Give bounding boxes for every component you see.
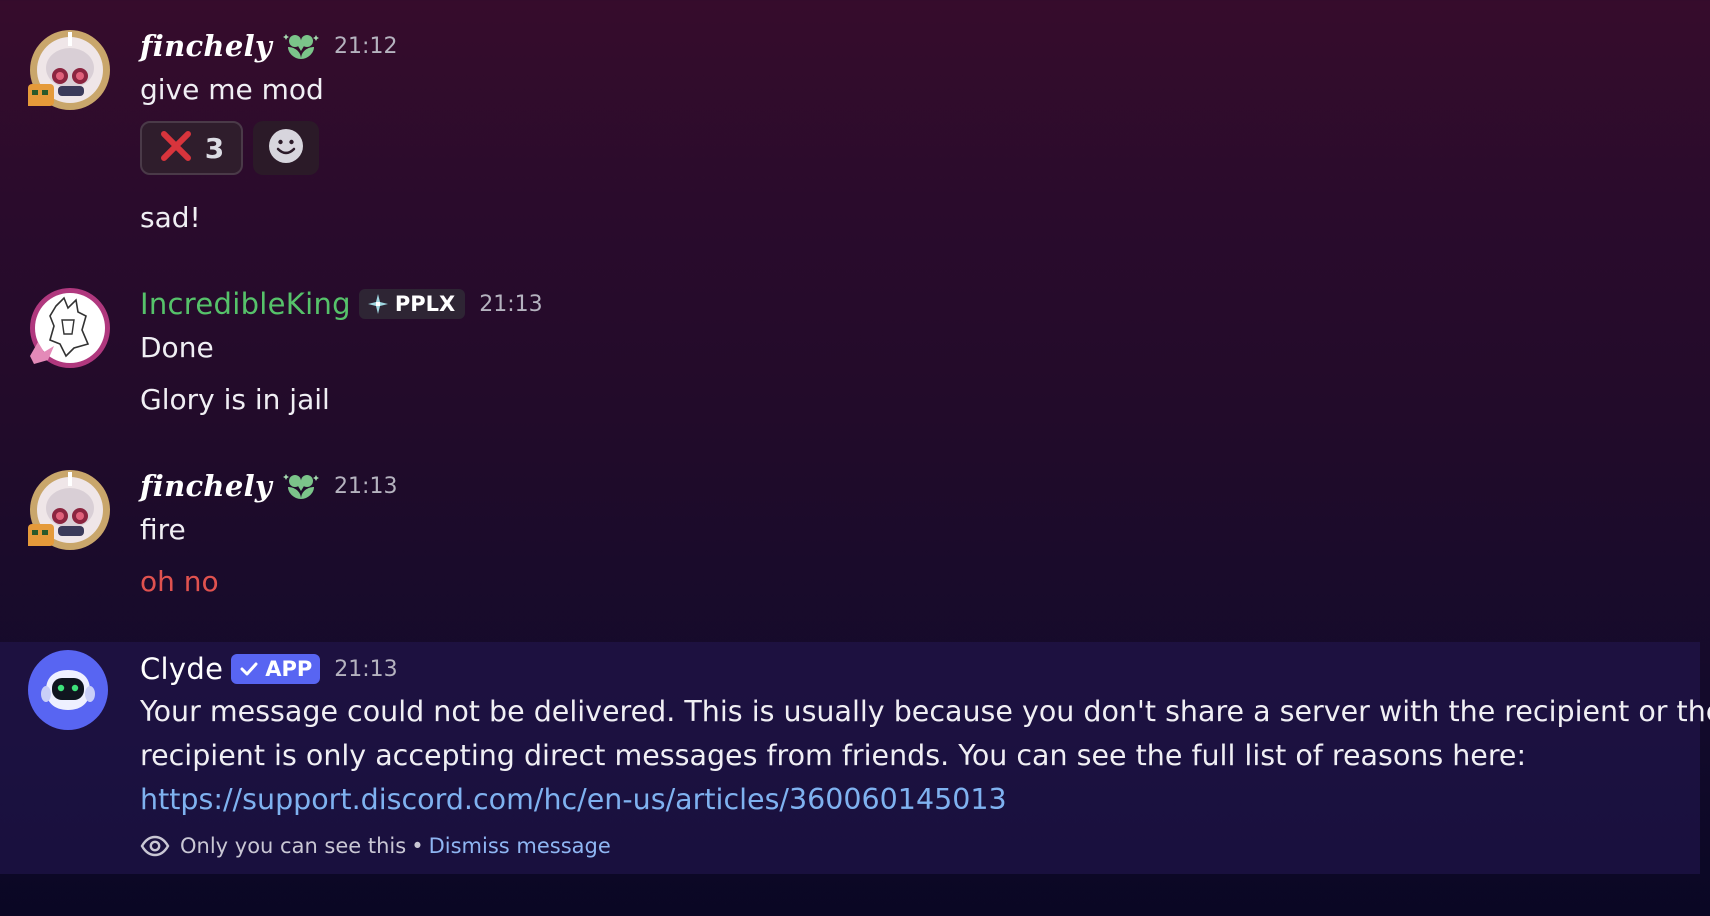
timestamp[interactable]: 21:13	[334, 474, 397, 499]
eye-icon	[140, 835, 170, 857]
app-badge-label: APP	[265, 657, 313, 681]
reaction-count: 3	[204, 131, 225, 165]
separator-dot: •	[411, 834, 424, 858]
app-badge: APP	[231, 654, 321, 684]
checkmark-icon	[239, 659, 259, 679]
add-reaction-button[interactable]	[253, 121, 319, 175]
flower-role-icon	[282, 29, 320, 63]
server-tag-label: PPLX	[394, 292, 456, 316]
failed-message-text: oh no	[140, 565, 219, 598]
system-message-line: recipient is only accepting direct messa…	[140, 739, 1527, 772]
clyde-ephemeral-message: Clyde APP 21:13 Your message could not b…	[0, 642, 1710, 874]
ephemeral-notice: Only you can see this • Dismiss message	[140, 834, 611, 858]
system-message-line: Your message could not be delivered. Thi…	[140, 695, 1710, 728]
timestamp[interactable]: 21:12	[334, 34, 397, 59]
avatar-incredibleking[interactable]	[28, 286, 110, 368]
compass-star-icon	[367, 293, 389, 315]
avatar-finchely[interactable]	[28, 468, 110, 550]
avatar-clyde[interactable]	[28, 650, 108, 730]
ephemeral-note: Only you can see this	[180, 834, 407, 858]
message-text: fire	[140, 513, 186, 546]
message-text: Done	[140, 331, 214, 364]
message-header: finchely 21:12	[140, 29, 397, 63]
username[interactable]: finchely	[140, 469, 272, 503]
message-text: sad!	[140, 201, 201, 234]
system-message-body: Your message could not be delivered. Thi…	[140, 690, 1710, 822]
username[interactable]: Clyde	[140, 652, 223, 686]
message-text: Glory is in jail	[140, 383, 330, 416]
username[interactable]: finchely	[140, 29, 272, 63]
message-header: finchely 21:13	[140, 469, 397, 503]
reaction-cross-mark[interactable]: 3	[140, 121, 243, 175]
message-header: Clyde APP 21:13	[140, 652, 398, 686]
message-header: IncredibleKing PPLX 21:13	[140, 287, 543, 321]
message-text: give me mod	[140, 73, 324, 106]
smiley-icon	[268, 128, 304, 168]
support-link[interactable]: https://support.discord.com/hc/en-us/art…	[140, 778, 1680, 822]
username[interactable]: IncredibleKing	[140, 287, 351, 321]
server-tag[interactable]: PPLX	[358, 289, 466, 319]
avatar-finchely[interactable]	[28, 28, 110, 110]
cross-mark-icon	[159, 129, 193, 167]
dismiss-message-link[interactable]: Dismiss message	[429, 834, 611, 858]
timestamp[interactable]: 21:13	[334, 657, 397, 682]
flower-role-icon	[282, 469, 320, 503]
chat-messages: finchely 21:12 give me mod 3 sad! Incred…	[0, 0, 1710, 916]
reaction-bar: 3	[140, 121, 319, 175]
timestamp[interactable]: 21:13	[479, 292, 542, 317]
